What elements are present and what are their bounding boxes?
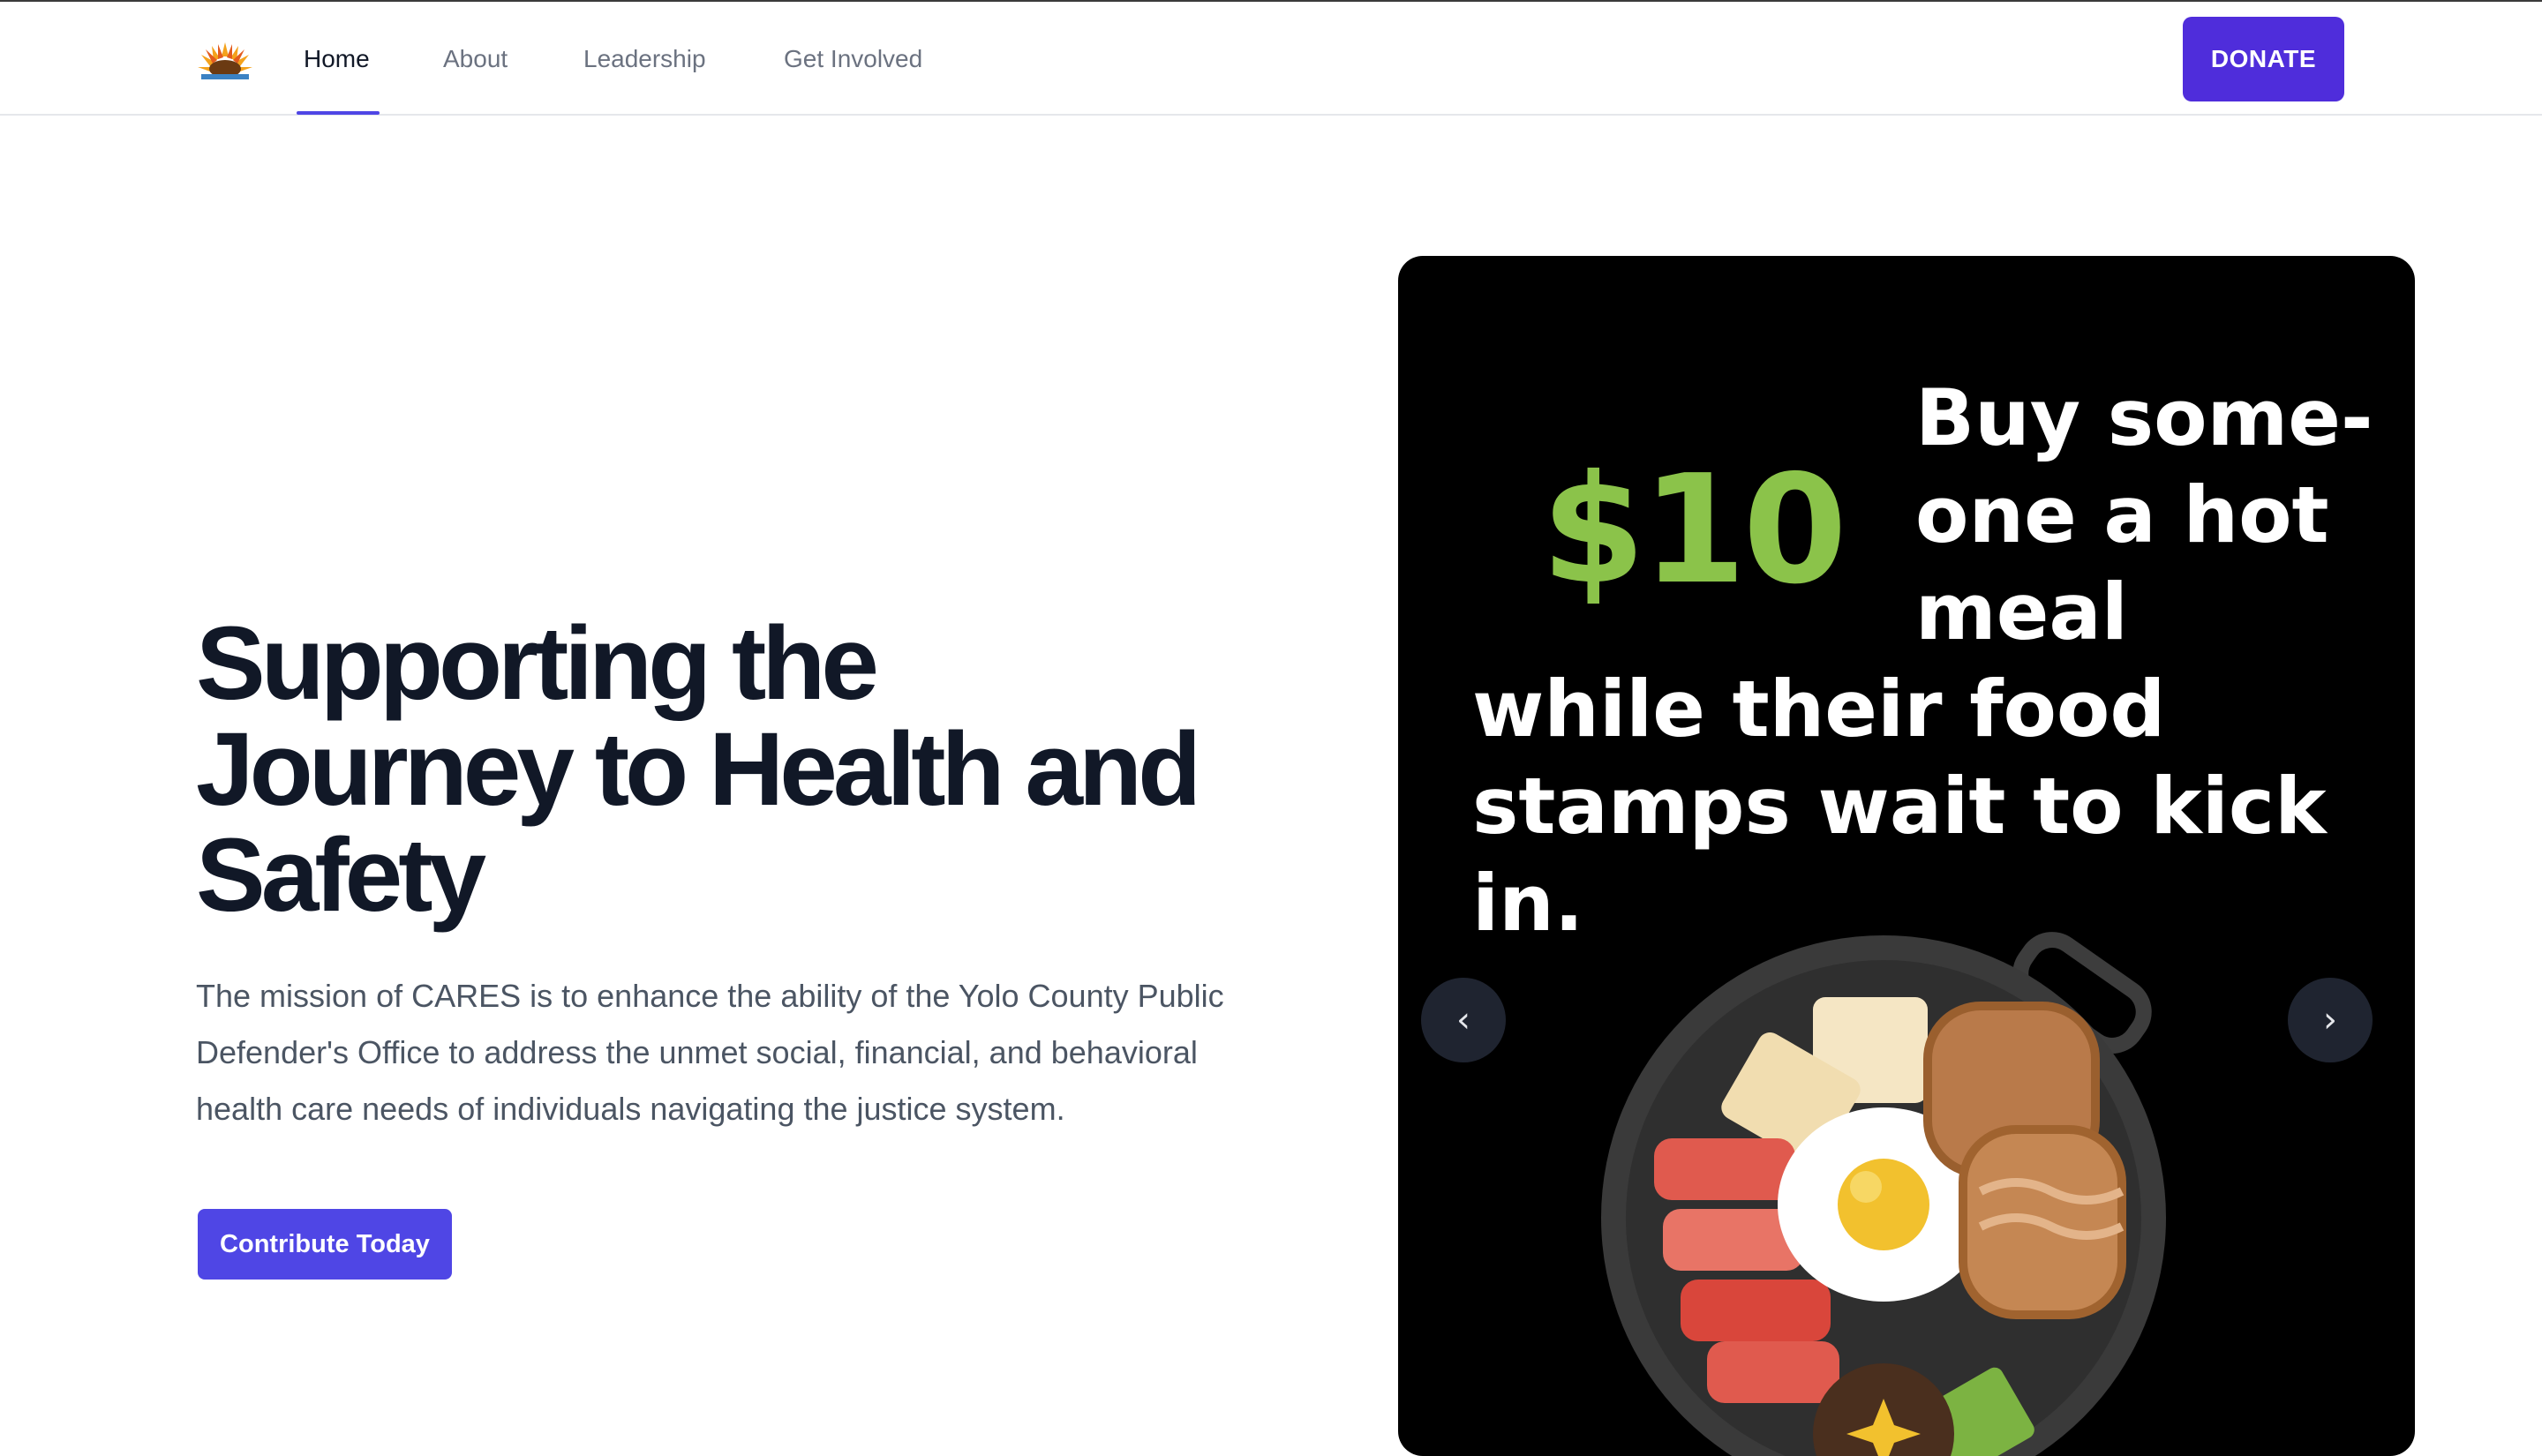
mission-statement: The mission of CARES is to enhance the a… [196,978,1224,1127]
slide-headline-line: stamps wait to kick [1472,761,2327,852]
contribute-today-button[interactable]: Contribute Today [198,1209,452,1280]
nav-link-about[interactable]: About [443,2,508,114]
carousel-next-button[interactable]: › [2288,978,2373,1062]
chevron-right-icon: › [2323,1000,2337,1040]
hero-title-line: Journey to Health and [196,711,1201,828]
image-carousel: $10 Buy some- one a hot meal while their… [1398,256,2415,1456]
hero-title-line: Supporting the [196,605,879,722]
nav-link-home[interactable]: Home [304,2,370,114]
sunflower-logo[interactable] [196,41,254,81]
chevron-left-icon: ‹ [1456,1000,1470,1040]
donate-button[interactable]: DONATE [2183,17,2344,101]
slide-headline-line: one a hot [1915,469,2329,560]
carousel-prev-button[interactable]: ‹ [1421,978,1506,1062]
slide-headline-line: Buy some- [1915,372,2373,463]
slide-headline-line: in. [1472,858,1584,949]
active-nav-indicator [297,111,380,115]
slide-headline-line: while their food [1472,664,2166,754]
hero-title-line: Safety [196,817,486,934]
slide-price: $10 [1541,443,1847,618]
nav-link-leadership[interactable]: Leadership [583,2,706,114]
top-navigation: Home About Leadership Get Involved DONAT… [0,2,2542,116]
hero-title: Supporting the Journey to Health and Saf… [196,611,1308,928]
slide-headline-line: meal [1915,567,2128,657]
nav-link-get-involved[interactable]: Get Involved [784,2,922,114]
breakfast-pan-illustration [1601,932,2166,1456]
